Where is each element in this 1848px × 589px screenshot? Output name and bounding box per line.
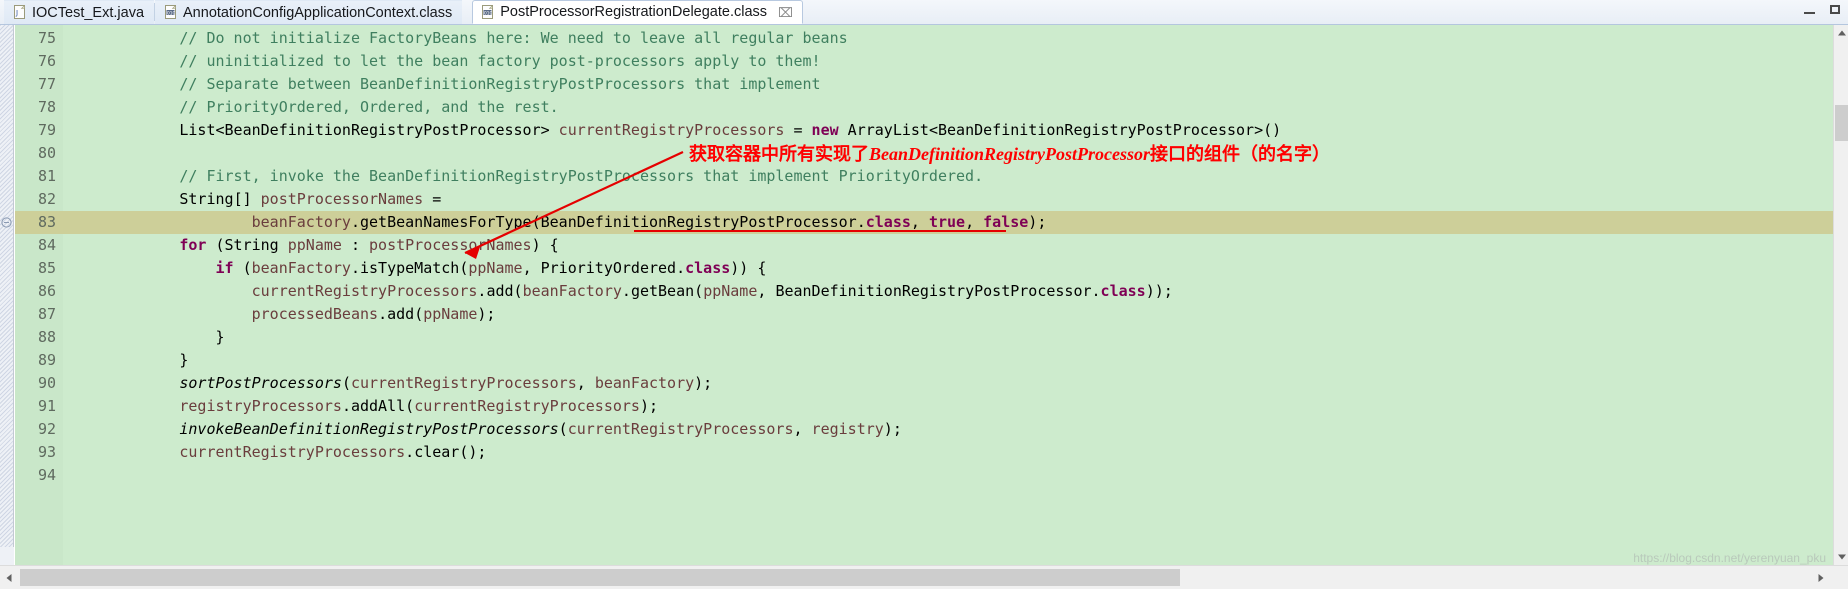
tab-ioctest-ext-java[interactable]: J IOCTest_Ext.java: [4, 0, 155, 24]
code-line[interactable]: [63, 464, 1833, 487]
code-line[interactable]: registryProcessors.addAll(currentRegistr…: [63, 395, 1833, 418]
tab-label: IOCTest_Ext.java: [32, 4, 145, 21]
code-line[interactable]: // Do not initialize FactoryBeans here: …: [63, 27, 1833, 50]
line-number: 94: [37, 466, 56, 484]
line-number: 79: [37, 121, 56, 139]
code-line[interactable]: // uninitialized to let the bean factory…: [63, 50, 1833, 73]
red-underline: [634, 230, 1006, 232]
scroll-down-icon[interactable]: [1834, 549, 1848, 565]
tab-label: PostProcessorRegistrationDelegate.class: [500, 4, 768, 20]
tab-postprocessorregistrationdelegate-class[interactable]: 010 PostProcessorRegistrationDelegate.cl…: [472, 0, 803, 24]
eclipse-editor-window: J IOCTest_Ext.java 010 AnnotationConfigA…: [0, 0, 1848, 589]
ruler-corner: [0, 547, 14, 565]
line-number: 75: [37, 29, 56, 47]
editor-tab-bar: J IOCTest_Ext.java 010 AnnotationConfigA…: [0, 0, 1848, 25]
code-line[interactable]: }: [63, 349, 1833, 372]
window-controls: [1802, 3, 1844, 17]
line-number: 87: [37, 305, 56, 323]
line-number: 77: [37, 75, 56, 93]
horizontal-scrollbar-thumb[interactable]: [20, 569, 1180, 586]
code-line[interactable]: List<BeanDefinitionRegistryPostProcessor…: [63, 119, 1833, 142]
minimize-button[interactable]: [1802, 3, 1818, 17]
vertical-scrollbar[interactable]: [1833, 25, 1848, 565]
annotation-ruler[interactable]: [0, 25, 14, 565]
code-line[interactable]: currentRegistryProcessors.add(beanFactor…: [63, 280, 1833, 303]
line-number: 78: [37, 98, 56, 116]
line-number: 84: [37, 236, 56, 254]
java-file-icon: J: [13, 4, 27, 20]
line-number: 91: [37, 397, 56, 415]
line-number: 76: [37, 52, 56, 70]
code-editor: 75 76 77 78 79 80 81 82 83 84 85 86 87 88 89 90 91 92 93 94…: [0, 25, 1848, 589]
code-line[interactable]: String[] postProcessorNames =: [63, 188, 1833, 211]
code-line[interactable]: if (beanFactory.isTypeMatch(ppName, Prio…: [63, 257, 1833, 280]
code-line[interactable]: sortPostProcessors(currentRegistryProces…: [63, 372, 1833, 395]
current-line-marker-icon: [2, 215, 13, 226]
scroll-left-icon[interactable]: [0, 567, 18, 589]
code-lines: // Do not initialize FactoryBeans here: …: [63, 27, 1833, 487]
line-number: 83: [15, 211, 63, 234]
line-number: 89: [37, 351, 56, 369]
code-line[interactable]: currentRegistryProcessors.clear();: [63, 441, 1833, 464]
horizontal-scrollbar[interactable]: [0, 565, 1848, 589]
line-number: 86: [37, 282, 56, 300]
line-number: 80: [37, 144, 56, 162]
line-number: 82: [37, 190, 56, 208]
code-line[interactable]: processedBeans.add(ppName);: [63, 303, 1833, 326]
svg-text:010: 010: [167, 10, 175, 16]
code-line[interactable]: beanFactory.getBeanNamesForType(BeanDefi…: [63, 211, 1833, 234]
scroll-right-icon[interactable]: [1812, 567, 1830, 589]
class-file-icon: 010: [164, 4, 178, 20]
line-number: 90: [37, 374, 56, 392]
code-line[interactable]: }: [63, 326, 1833, 349]
tab-label: AnnotationConfigApplicationContext.class: [183, 4, 453, 21]
svg-text:J: J: [15, 9, 18, 17]
code-line[interactable]: [63, 142, 1833, 165]
close-icon[interactable]: ⌧: [778, 6, 793, 19]
maximize-button[interactable]: [1828, 3, 1844, 17]
code-line[interactable]: invokeBeanDefinitionRegistryPostProcesso…: [63, 418, 1833, 441]
code-line[interactable]: // First, invoke the BeanDefinitionRegis…: [63, 165, 1833, 188]
code-line[interactable]: // PriorityOrdered, Ordered, and the res…: [63, 96, 1833, 119]
code-line[interactable]: for (String ppName : postProcessorNames)…: [63, 234, 1833, 257]
code-line[interactable]: // Separate between BeanDefinitionRegist…: [63, 73, 1833, 96]
line-number: 85: [37, 259, 56, 277]
line-number: 93: [37, 443, 56, 461]
svg-text:010: 010: [484, 10, 492, 16]
line-number: 88: [37, 328, 56, 346]
line-number-gutter: 75 76 77 78 79 80 81 82 83 84 85 86 87 88 89 90 91 92 93 94: [15, 25, 63, 565]
code-content-pane[interactable]: // Do not initialize FactoryBeans here: …: [63, 25, 1833, 565]
vertical-scrollbar-thumb[interactable]: [1835, 105, 1848, 141]
tab-annotationconfigapplicationcontext-class[interactable]: 010 AnnotationConfigApplicationContext.c…: [155, 0, 463, 24]
class-file-icon: 010: [481, 4, 495, 20]
line-number: 81: [37, 167, 56, 185]
scroll-up-icon[interactable]: [1834, 25, 1848, 41]
watermark-text: https://blog.csdn.net/yerenyuan_pku: [1633, 551, 1826, 565]
line-number: 92: [37, 420, 56, 438]
